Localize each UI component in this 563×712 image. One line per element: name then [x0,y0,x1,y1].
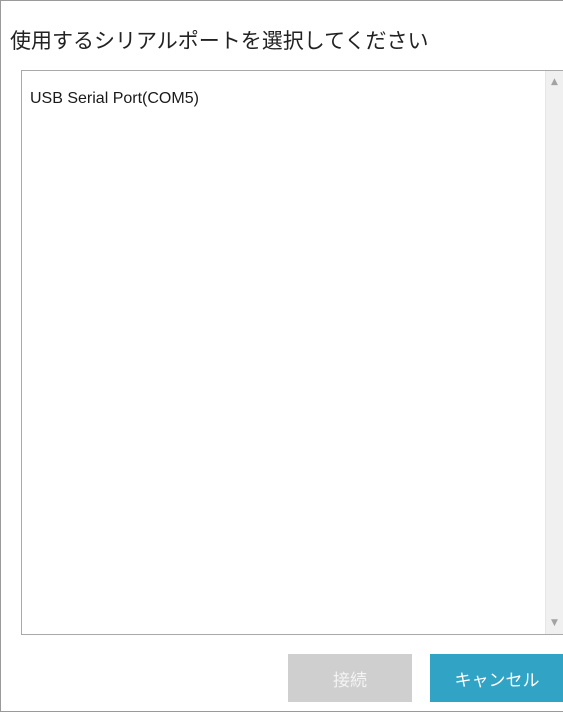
serial-port-list[interactable]: USB Serial Port(COM5) ▲ ▼ [21,70,563,635]
dialog-title: 使用するシリアルポートを選択してください [10,29,429,53]
serial-port-dialog: 使用するシリアルポートを選択してください USB Serial Port(COM… [0,0,563,712]
cancel-button[interactable]: キャンセル [430,654,563,702]
scroll-down-arrow-icon[interactable]: ▼ [546,614,563,632]
scroll-up-arrow-icon[interactable]: ▲ [546,73,563,91]
connect-button[interactable]: 接続 [288,654,412,702]
vertical-scrollbar[interactable]: ▲ ▼ [545,71,563,634]
list-item[interactable]: USB Serial Port(COM5) [30,89,199,109]
